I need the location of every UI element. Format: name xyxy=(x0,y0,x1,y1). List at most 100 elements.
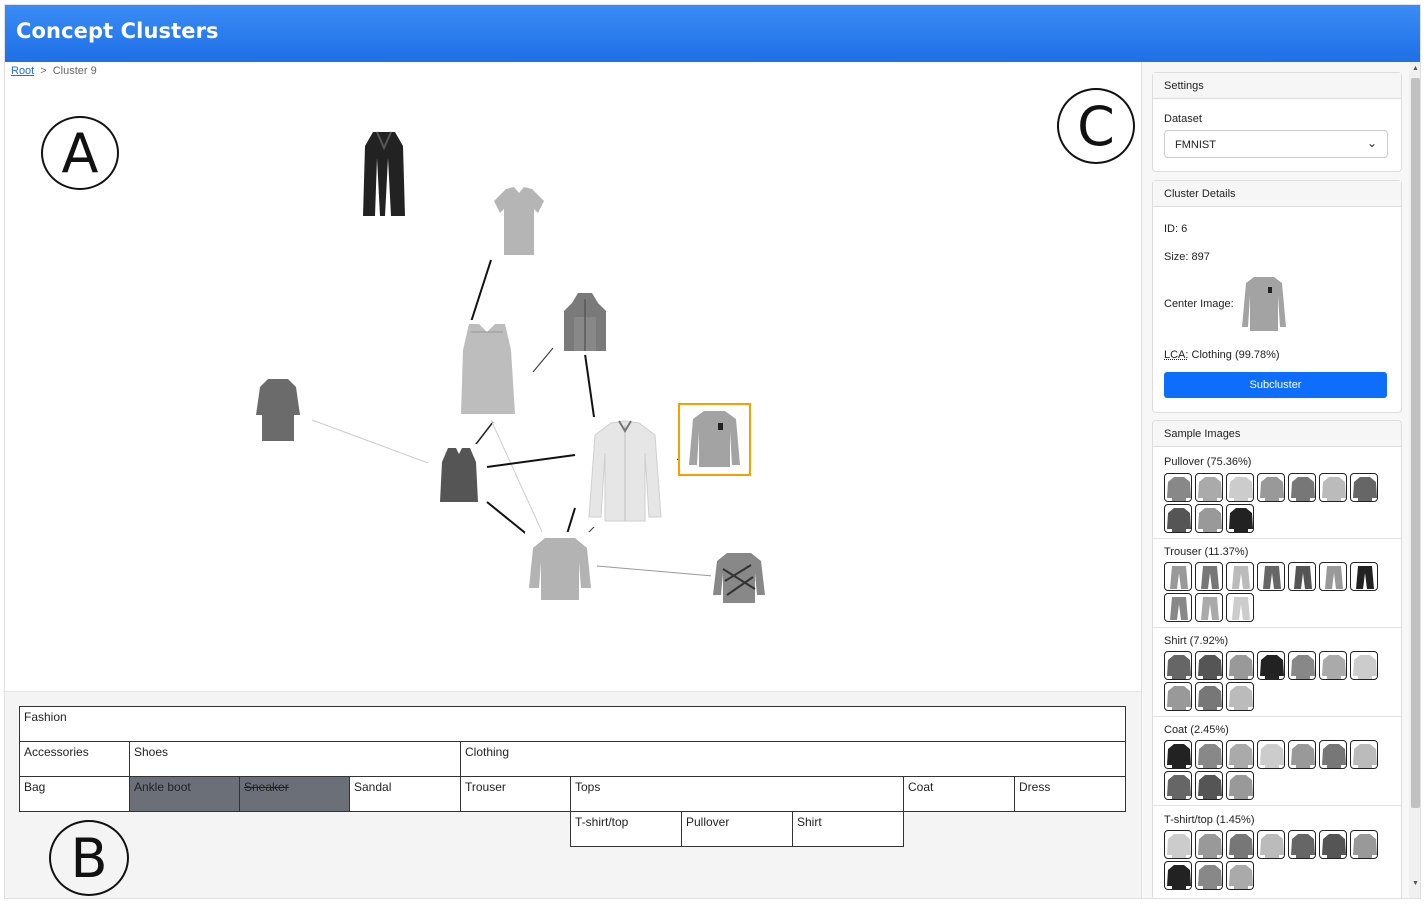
sample-image-thumb[interactable] xyxy=(1288,651,1316,680)
sample-image-thumb[interactable] xyxy=(1226,504,1254,533)
sample-image-thumb[interactable] xyxy=(1288,562,1316,591)
sample-image-thumb[interactable] xyxy=(1226,651,1254,680)
sample-image-thumb[interactable] xyxy=(1164,562,1192,591)
lca-text: LCA: Clothing (99.78%) xyxy=(1164,349,1280,361)
sample-image-thumb[interactable] xyxy=(1195,504,1223,533)
sample-image-thumb[interactable] xyxy=(1195,473,1223,502)
sample-image-thumb[interactable] xyxy=(1288,830,1316,859)
sample-image-thumb[interactable] xyxy=(1226,830,1254,859)
hierarchy-cell-bag[interactable]: Bag xyxy=(19,776,130,812)
sample-image-thumb[interactable] xyxy=(1319,473,1347,502)
selected-graph-node[interactable] xyxy=(678,403,751,476)
sample-image-thumb[interactable] xyxy=(1164,771,1192,800)
sample-image-thumb[interactable] xyxy=(1350,473,1378,502)
scroll-down-icon[interactable]: ▼ xyxy=(1412,880,1419,887)
garment-icon xyxy=(1198,686,1222,710)
graph-node[interactable] xyxy=(355,128,413,222)
dataset-select[interactable]: FMNIST ⌄ xyxy=(1164,130,1388,158)
sample-image-thumb[interactable] xyxy=(1164,504,1192,533)
sample-image-thumb[interactable] xyxy=(1195,861,1223,890)
garment-icon xyxy=(1294,566,1312,589)
garment-icon xyxy=(1167,865,1191,889)
scroll-up-icon[interactable]: ▲ xyxy=(1412,65,1419,72)
graph-edge xyxy=(470,259,492,323)
sample-image-thumb[interactable] xyxy=(1226,740,1254,769)
sample-image-thumb[interactable] xyxy=(1319,562,1347,591)
sample-image-thumb[interactable] xyxy=(1164,593,1192,622)
sample-image-thumb[interactable] xyxy=(1226,473,1254,502)
sample-image-thumb[interactable] xyxy=(1226,682,1254,711)
graph-node[interactable] xyxy=(250,375,306,445)
scrollbar-thumb[interactable] xyxy=(1411,78,1420,808)
sample-image-thumb[interactable] xyxy=(1164,830,1192,859)
sample-image-thumb[interactable] xyxy=(1164,861,1192,890)
sample-image-thumb[interactable] xyxy=(1195,830,1223,859)
sample-image-thumb[interactable] xyxy=(1319,740,1347,769)
sample-image-thumb[interactable] xyxy=(1226,562,1254,591)
sample-image-thumb[interactable] xyxy=(1195,651,1223,680)
lca-value: Clothing (99.78%) xyxy=(1191,349,1280,361)
sample-image-thumb[interactable] xyxy=(1350,651,1378,680)
hierarchy-cell-ankle-boot[interactable]: Ankle boot xyxy=(129,776,240,812)
app-title: Concept Clusters xyxy=(16,19,219,43)
hierarchy-cell-coat[interactable]: Coat xyxy=(903,776,1015,812)
sample-image-thumb[interactable] xyxy=(1288,473,1316,502)
graph-node[interactable] xyxy=(432,444,486,506)
sample-image-thumb[interactable] xyxy=(1257,830,1285,859)
hierarchy-cell-sneaker[interactable]: Sneaker xyxy=(239,776,350,812)
hierarchy-cell-accessories[interactable]: Accessories xyxy=(19,741,130,777)
sample-image-thumb[interactable] xyxy=(1350,562,1378,591)
cluster-graph[interactable]: A C xyxy=(5,62,1141,692)
hierarchy-cell-tshirt-top[interactable]: T-shirt/top xyxy=(570,811,682,847)
sample-image-thumb[interactable] xyxy=(1164,740,1192,769)
graph-node[interactable] xyxy=(560,289,610,355)
hierarchy-cell-fashion[interactable]: Fashion xyxy=(19,706,1126,742)
sample-image-thumb[interactable] xyxy=(1319,651,1347,680)
graph-edge xyxy=(566,507,576,535)
graph-edge xyxy=(486,501,530,537)
garment-icon xyxy=(1201,566,1219,589)
graph-node[interactable] xyxy=(490,183,548,259)
garment-icon xyxy=(1198,865,1222,889)
garment-icon xyxy=(1260,744,1284,768)
sample-image-thumb[interactable] xyxy=(1257,651,1285,680)
vertical-scrollbar[interactable]: ▲ ▼ xyxy=(1409,62,1420,898)
graph-node[interactable] xyxy=(525,532,595,604)
sample-image-thumb[interactable] xyxy=(1226,771,1254,800)
sample-image-thumb[interactable] xyxy=(1164,682,1192,711)
garment-icon xyxy=(1167,477,1191,501)
garment-icon xyxy=(1260,834,1284,858)
graph-node[interactable] xyxy=(455,320,519,420)
sample-image-thumb[interactable] xyxy=(1257,473,1285,502)
sample-image-thumb[interactable] xyxy=(1288,740,1316,769)
hierarchy-cell-dress[interactable]: Dress xyxy=(1014,776,1126,812)
sample-image-thumb[interactable] xyxy=(1195,682,1223,711)
sample-image-thumb[interactable] xyxy=(1319,830,1347,859)
sample-image-thumb[interactable] xyxy=(1195,562,1223,591)
coat-icon xyxy=(363,131,405,216)
hierarchy-cell-shirt[interactable]: Shirt xyxy=(792,811,904,847)
sample-image-thumb[interactable] xyxy=(1257,740,1285,769)
sample-image-thumb[interactable] xyxy=(1195,771,1223,800)
hierarchy-cell-clothing[interactable]: Clothing xyxy=(460,741,1126,777)
cluster-id: ID: 6 xyxy=(1164,223,1188,235)
sample-image-thumb[interactable] xyxy=(1164,651,1192,680)
sample-image-thumb[interactable] xyxy=(1195,593,1223,622)
hierarchy-cell-tops[interactable]: Tops xyxy=(570,776,904,812)
sample-image-thumb[interactable] xyxy=(1350,830,1378,859)
hierarchy-cell-shoes[interactable]: Shoes xyxy=(129,741,461,777)
sample-image-thumb[interactable] xyxy=(1350,740,1378,769)
sample-image-thumb[interactable] xyxy=(1164,473,1192,502)
hierarchy-cell-trouser[interactable]: Trouser xyxy=(460,776,571,812)
subcluster-button[interactable]: Subcluster xyxy=(1164,372,1387,398)
sample-image-thumb[interactable] xyxy=(1226,593,1254,622)
graph-node[interactable] xyxy=(711,549,767,607)
sample-image-thumb[interactable] xyxy=(1226,861,1254,890)
hierarchy-cell-pullover[interactable]: Pullover xyxy=(681,811,793,847)
hierarchy-cell-sandal[interactable]: Sandal xyxy=(349,776,461,812)
garment-icon xyxy=(1198,775,1222,799)
graph-node[interactable] xyxy=(583,417,667,527)
sample-image-thumb[interactable] xyxy=(1195,740,1223,769)
blouse-icon xyxy=(529,538,591,600)
sample-image-thumb[interactable] xyxy=(1257,562,1285,591)
